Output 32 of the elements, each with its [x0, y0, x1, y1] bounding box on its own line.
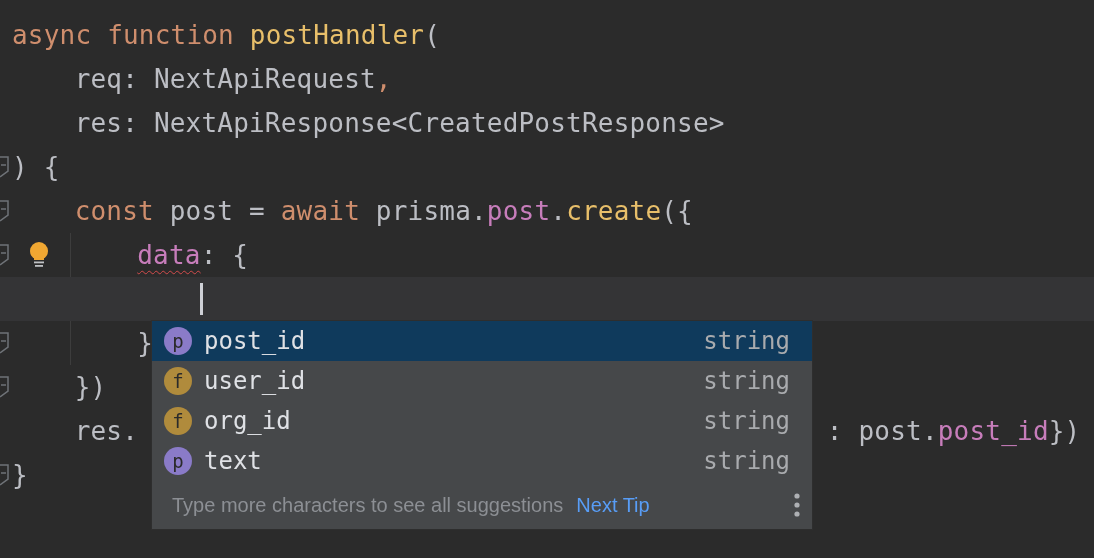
fold-icon[interactable] [0, 464, 9, 486]
more-icon[interactable] [794, 493, 800, 517]
fold-icon[interactable] [0, 332, 9, 354]
code-line: : post.post_id}) [826, 418, 1081, 444]
lightbulb-icon[interactable] [28, 242, 50, 268]
field-icon: f [164, 407, 192, 435]
completion-item[interactable]: p text string [152, 441, 812, 481]
completion-item[interactable]: p post_id string [152, 321, 812, 361]
field-icon: f [164, 367, 192, 395]
completion-item[interactable]: f org_id string [152, 401, 812, 441]
fold-icon[interactable] [0, 156, 9, 178]
completion-item[interactable]: f user_id string [152, 361, 812, 401]
fold-icon[interactable] [0, 376, 9, 398]
code-line: res: NextApiResponse<CreatedPostResponse> [74, 110, 725, 136]
code-line: }) [74, 374, 107, 400]
hint-text: Type more characters to see all suggestions [172, 493, 564, 518]
code-line: const post = await prisma.post.create({ [74, 198, 693, 224]
code-line: ) { [12, 154, 60, 180]
code-line: res. [74, 418, 139, 444]
code-line: req: NextApiRequest, [74, 66, 392, 92]
property-icon: p [164, 327, 192, 355]
code-line: } [12, 462, 28, 488]
type-label: string [703, 326, 790, 357]
fold-icon[interactable] [0, 200, 9, 222]
type-label: string [703, 446, 790, 477]
type-label: string [703, 366, 790, 397]
code-line: } [137, 330, 154, 356]
code-line: async function postHandler( [12, 22, 441, 48]
type-label: string [703, 406, 790, 437]
fold-icon[interactable] [0, 244, 9, 266]
code-line: data: { [137, 242, 249, 268]
property-icon: p [164, 447, 192, 475]
